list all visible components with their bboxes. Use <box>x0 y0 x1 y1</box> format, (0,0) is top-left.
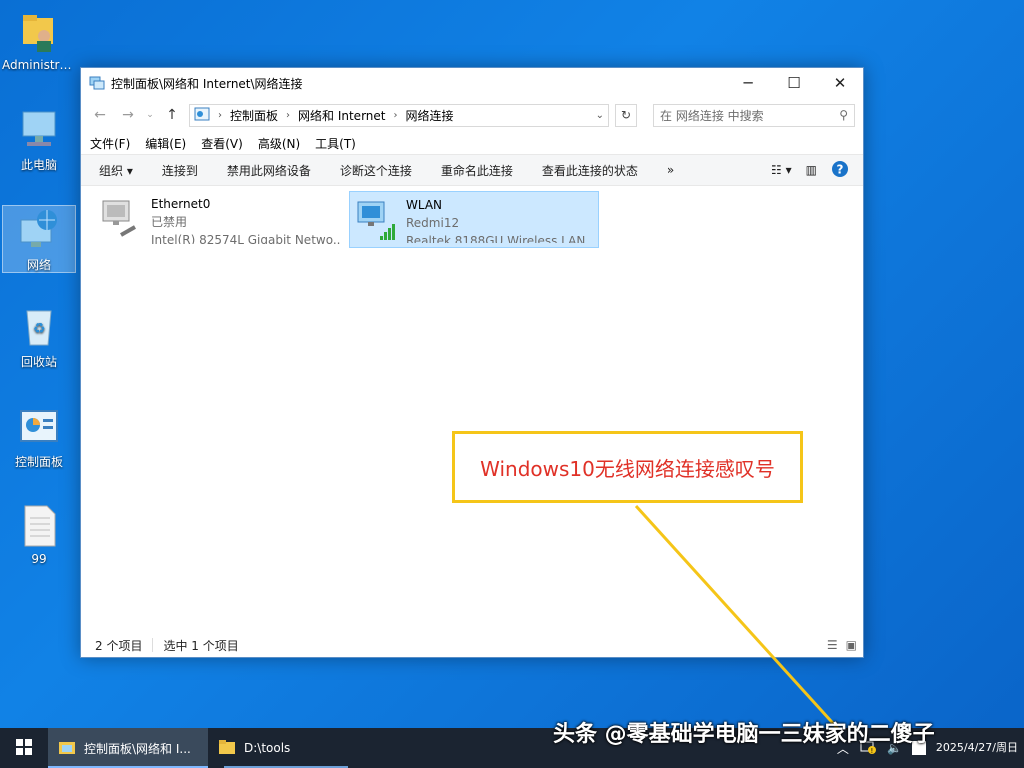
chevron-right-icon[interactable]: › <box>286 110 290 121</box>
item-count: 2 个项目 <box>95 638 143 653</box>
disable-device-button[interactable]: 禁用此网络设备 <box>227 162 311 179</box>
desktop-icon-label: 此电脑 <box>20 158 57 172</box>
svg-text:?: ? <box>837 162 844 176</box>
chevron-down-icon[interactable]: ⌄ <box>596 110 604 121</box>
desktop-icon-control-panel[interactable]: 控制面板 <box>2 405 76 470</box>
back-arrow-icon[interactable]: ← <box>89 107 111 123</box>
desktop-icon-recycle-bin[interactable]: ♻ 回收站 <box>2 305 76 370</box>
breadcrumb-control-panel[interactable]: 控制面板 <box>230 107 278 124</box>
connection-item-ethernet[interactable]: Ethernet0 已禁用 Intel(R) 82574L Gigabit Ne… <box>95 191 345 248</box>
control-panel-small-icon <box>194 106 210 125</box>
taskbar-item-control-panel[interactable]: 控制面板\网络和 I... <box>48 728 208 768</box>
recent-dropdown-icon[interactable]: ⌄ <box>145 110 155 120</box>
search-placeholder: 在 网络连接 中搜索 <box>660 108 764 123</box>
more-commands-button[interactable]: » <box>667 163 674 177</box>
connection-device: Intel(R) 82574L Gigabit Netwo... <box>151 233 341 244</box>
taskbar-item-tools-folder[interactable]: D:\tools <box>208 728 363 768</box>
network-globe-icon <box>17 208 61 252</box>
change-view-icon[interactable]: ☷ ▾ <box>771 163 792 177</box>
window-title: 控制面板\网络和 Internet\网络连接 <box>111 76 303 91</box>
minimize-button[interactable]: ─ <box>725 68 771 98</box>
menu-file[interactable]: 文件(F) <box>90 135 130 152</box>
forward-arrow-icon[interactable]: → <box>117 107 139 123</box>
details-view-icon[interactable]: ☰ <box>827 638 838 652</box>
windows-logo-icon <box>16 738 32 758</box>
refresh-icon: ↻ <box>620 108 632 122</box>
connection-status: 已禁用 <box>151 215 188 229</box>
diagnose-button[interactable]: 诊断这个连接 <box>340 162 412 179</box>
rename-button[interactable]: 重命名此连接 <box>441 162 513 179</box>
address-bar[interactable]: › 控制面板 › 网络和 Internet › 网络连接 ⌄ <box>189 103 609 127</box>
preview-pane-icon[interactable]: ▥ <box>806 163 817 177</box>
title-bar[interactable]: 控制面板\网络和 Internet\网络连接 ─ ☐ ✕ <box>81 68 863 98</box>
breadcrumb-network-connections[interactable]: 网络连接 <box>405 107 453 124</box>
clock-date: 2025/4/27/周日 <box>935 741 1018 754</box>
network-connections-window: 控制面板\网络和 Internet\网络连接 ─ ☐ ✕ ← → ⌄ ↑ › 控… <box>80 67 864 658</box>
command-bar: 组织 ▾ 连接到 禁用此网络设备 诊断这个连接 重命名此连接 查看此连接的状态 … <box>81 154 863 186</box>
refresh-button[interactable]: ↻ <box>615 103 637 127</box>
menu-bar: 文件(F) 编辑(E) 查看(V) 高级(N) 工具(T) <box>81 132 863 154</box>
help-icon[interactable]: ? <box>831 160 849 181</box>
desktop-icon-network[interactable]: 网络 <box>2 205 76 273</box>
menu-view[interactable]: 查看(V) <box>201 135 243 152</box>
desktop-icon-label: 网络 <box>26 258 51 272</box>
svg-text:♻: ♻ <box>33 321 46 337</box>
user-folder-icon <box>17 10 61 54</box>
computer-icon <box>17 108 61 152</box>
desktop-icon-label: 控制面板 <box>14 455 63 469</box>
folder-icon <box>218 738 236 759</box>
annotation-text: Windows10无线网络连接感叹号 <box>480 456 775 481</box>
menu-edit[interactable]: 编辑(E) <box>145 135 186 152</box>
view-status-button[interactable]: 查看此连接的状态 <box>542 162 638 179</box>
menu-advanced[interactable]: 高级(N) <box>258 135 300 152</box>
taskbar-item-label: D:\tools <box>244 741 291 755</box>
desktop-icon-label: 99 <box>31 552 47 566</box>
connection-name: Ethernet0 <box>151 197 211 211</box>
start-button[interactable] <box>0 728 48 768</box>
connect-to-button[interactable]: 连接到 <box>162 162 198 179</box>
taskbar-item-label: 控制面板\网络和 I... <box>84 741 191 756</box>
control-panel-folder-icon <box>58 738 76 759</box>
control-panel-icon <box>17 405 61 449</box>
status-bar: 2 个项目 选中 1 个项目 ☰ ▣ <box>81 633 863 657</box>
up-arrow-icon[interactable]: ↑ <box>161 107 183 123</box>
selected-count: 选中 1 个项目 <box>163 638 239 653</box>
desktop-icon-label: 回收站 <box>20 355 57 369</box>
desktop-icon-file-99[interactable]: 99 <box>2 504 76 566</box>
watermark-text: 头条 @零基础学电脑一三妹家的二傻子 <box>553 722 935 747</box>
desktop-icon-administrator[interactable]: Administra... <box>2 10 76 72</box>
ethernet-adapter-icon <box>99 195 143 243</box>
clock[interactable]: 2025/4/27/周日 <box>936 740 1018 756</box>
wifi-adapter-icon <box>354 196 398 244</box>
search-icon: ⚲ <box>839 108 848 122</box>
network-connections-icon <box>89 75 105 91</box>
recycle-bin-icon: ♻ <box>17 305 61 349</box>
annotation-callout: Windows10无线网络连接感叹号 <box>452 431 803 503</box>
connection-item-wlan[interactable]: WLAN Redmi12 Realtek 8188GU Wireless LAN… <box>349 191 599 248</box>
desktop-icon-this-pc[interactable]: 此电脑 <box>2 108 76 173</box>
desktop-icon-label: Administra... <box>2 58 76 72</box>
connection-status: Redmi12 <box>406 216 460 230</box>
chevron-right-icon: › <box>218 109 222 121</box>
close-button[interactable]: ✕ <box>817 68 863 98</box>
breadcrumb-network-internet[interactable]: 网络和 Internet <box>298 107 385 124</box>
organize-button[interactable]: 组织 ▾ <box>99 162 133 179</box>
search-input[interactable]: 在 网络连接 中搜索 ⚲ <box>653 103 855 127</box>
maximize-button[interactable]: ☐ <box>771 68 817 98</box>
menu-tools[interactable]: 工具(T) <box>315 135 356 152</box>
address-row: ← → ⌄ ↑ › 控制面板 › 网络和 Internet › 网络连接 ⌄ ↻… <box>81 98 863 132</box>
connection-name: WLAN <box>406 198 443 212</box>
large-icons-view-icon[interactable]: ▣ <box>846 638 857 652</box>
text-file-icon <box>17 504 61 548</box>
file-list: Ethernet0 已禁用 Intel(R) 82574L Gigabit Ne… <box>81 186 863 618</box>
connection-device: Realtek 8188GU Wireless LAN ... <box>406 234 594 243</box>
chevron-right-icon[interactable]: › <box>393 110 397 121</box>
